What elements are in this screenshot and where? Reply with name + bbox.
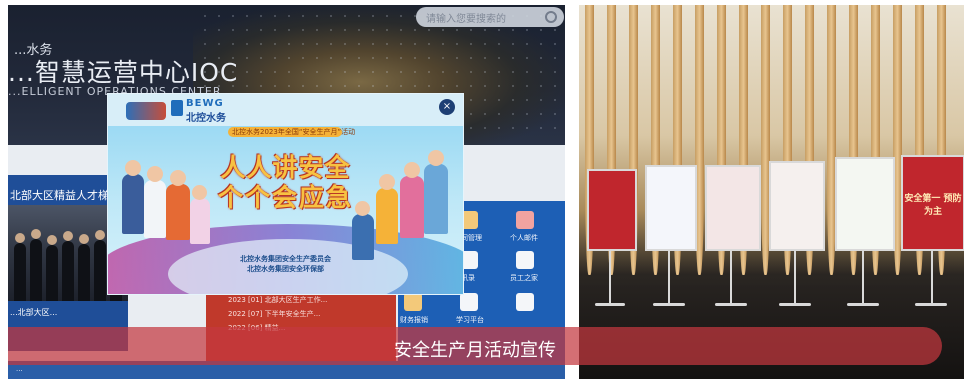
quick-link-icon[interactable]: [460, 293, 478, 311]
easel-stand: [609, 249, 611, 305]
caption-bar: 安全生产月活动宣传: [8, 327, 942, 365]
bewg-logo-icon: [171, 100, 183, 116]
easel-poster: [835, 157, 895, 251]
popup-close-button[interactable]: ×: [439, 99, 455, 115]
quick-link-icon[interactable]: [516, 251, 534, 269]
easel-base: [779, 303, 811, 306]
easel-stand: [862, 249, 864, 305]
poster-footer-line-2: 北控水务集团安全环保部: [247, 265, 324, 273]
news-header[interactable]: 北部大区精益人才梯队: [10, 187, 120, 203]
easel-poster: [587, 169, 637, 251]
quick-link-label[interactable]: 个人邮件: [510, 233, 538, 243]
brand-title: ...智慧运营中心IOC: [8, 58, 239, 87]
person-figure: [62, 231, 74, 301]
person-figure: [94, 230, 106, 301]
quick-link-label[interactable]: 财务报销: [400, 315, 428, 325]
easel-base: [715, 303, 747, 306]
event-logo: [126, 102, 166, 120]
easel-stand: [794, 249, 796, 305]
easel-poster: [705, 165, 761, 251]
list-item[interactable]: 2022 [07] 下半年安全生产...: [228, 309, 320, 319]
safety-month-popup[interactable]: BEWG 北控水务 × 北控水务2023年全国“安全生产月”活动 人人讲安全 个…: [107, 93, 464, 295]
easel-poster: [645, 165, 697, 251]
quick-link-icon[interactable]: [404, 293, 422, 311]
quick-link-label[interactable]: 员工之家: [510, 273, 538, 283]
slogan-line-2: 个个会应急: [217, 183, 353, 212]
easel-base: [653, 303, 685, 306]
person-figure: [14, 233, 26, 301]
quick-link-label[interactable]: 学习平台: [456, 315, 484, 325]
easel-stand: [668, 249, 670, 305]
right-photo: 安全第一 预防为主: [579, 5, 964, 379]
person-figure: [78, 234, 90, 301]
easel-stand: [931, 249, 933, 305]
easel-poster: [769, 161, 825, 251]
easel-base: [915, 303, 947, 306]
easel-stand: [730, 249, 732, 305]
bewg-logo-en: BEWG: [186, 98, 224, 109]
quick-link-icon[interactable]: [516, 211, 534, 229]
bottom-text: ...: [16, 365, 23, 373]
list-item[interactable]: 2023 [01] 北部大区生产工作...: [228, 295, 327, 305]
poster-slogan: 安全第一 预防为主: [904, 194, 962, 217]
search-icon[interactable]: [545, 11, 557, 23]
easel-base: [847, 303, 879, 306]
quick-link-icon[interactable]: [516, 293, 534, 311]
easel-poster: 安全第一 预防为主: [901, 155, 964, 251]
news-caption[interactable]: ...北部大区...: [10, 307, 57, 318]
easel-base: [595, 303, 625, 306]
poster-footer-line-1: 北控水务集团安全生产委员会: [240, 255, 331, 263]
person-figure: [46, 235, 58, 301]
search-placeholder: 请输入您要搜索的: [426, 14, 506, 25]
person-figure: [30, 229, 42, 301]
caption-text: 安全生产月活动宣传: [394, 340, 556, 361]
left-photo: ...水务 ...智慧运营中心IOC ...ELLIGENT OPERATION…: [8, 5, 565, 379]
bewg-logo-cn: 北控水务: [186, 113, 226, 124]
search-input[interactable]: 请输入您要搜索的: [416, 7, 564, 27]
event-ribbon-text: 北控水务2023年全国“安全生产月”活动: [232, 128, 356, 136]
